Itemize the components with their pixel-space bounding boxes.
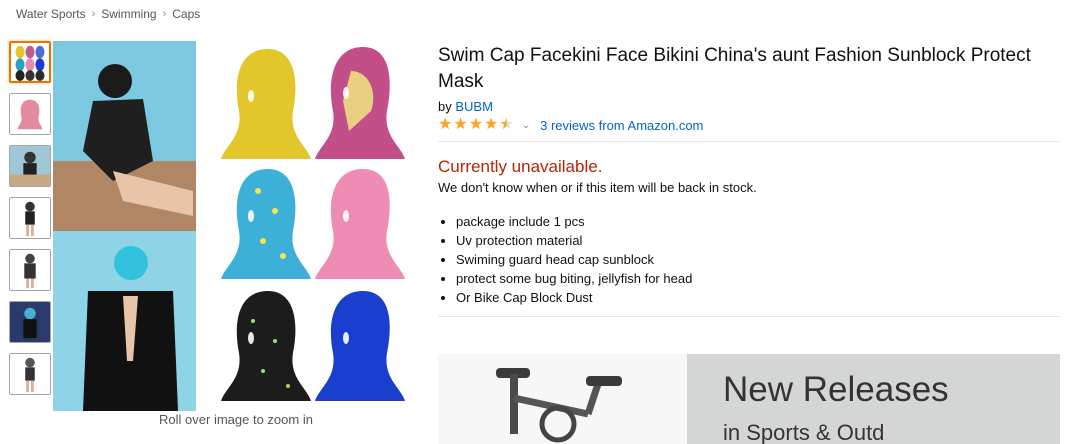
thumbnail-2[interactable] xyxy=(9,93,51,135)
thumbnail-image xyxy=(10,198,50,238)
feature-bullet: package include 1 pcs xyxy=(456,212,1060,231)
breadcrumb: Water Sports › Swimming › Caps xyxy=(16,7,200,21)
feature-bullet: Swiming guard head cap sunblock xyxy=(456,250,1060,269)
thumbnail-image xyxy=(10,354,50,394)
product-info: Swim Cap Facekini Face Bikini China's au… xyxy=(438,43,1060,307)
breadcrumb-separator: › xyxy=(91,8,96,20)
main-product-image[interactable] xyxy=(53,41,419,411)
thumbnail-5[interactable] xyxy=(9,249,51,291)
divider xyxy=(438,316,1060,317)
thumbnail-image xyxy=(10,302,50,342)
rating-row: ★ ★ ★ ★ ★ ⌄ 3 reviews from Amazon.com xyxy=(438,117,1060,133)
thumbnail-1[interactable] xyxy=(9,41,51,83)
thumbnail-image xyxy=(10,250,50,290)
star-icon: ★ xyxy=(468,116,484,133)
product-photo xyxy=(53,41,405,411)
availability-note: We don't know when or if this item will … xyxy=(438,180,757,195)
breadcrumb-separator: › xyxy=(162,8,167,20)
thumbnail-image xyxy=(10,94,50,134)
ad-headline: New Releases xyxy=(723,370,949,409)
feature-bullet: Or Bike Cap Block Dust xyxy=(456,288,1060,307)
breadcrumb-link-swimming[interactable]: Swimming xyxy=(101,7,156,21)
brand-link[interactable]: BUBM xyxy=(455,99,493,114)
zoom-hint: Roll over image to zoom in xyxy=(159,412,313,427)
star-half-icon: ★ xyxy=(499,116,514,133)
feature-bullets: package include 1 pcs Uv protection mate… xyxy=(438,212,1060,307)
product-title: Swim Cap Facekini Face Bikini China's au… xyxy=(438,45,1031,92)
divider xyxy=(438,141,1060,142)
thumbnail-strip xyxy=(9,41,51,405)
thumbnail-6[interactable] xyxy=(9,301,51,343)
thumbnail-image xyxy=(10,146,50,186)
star-icon: ★ xyxy=(438,116,453,133)
ad-subline: in Sports & Outd xyxy=(723,420,885,444)
breadcrumb-link-caps[interactable]: Caps xyxy=(172,7,200,21)
ad-banner[interactable]: New Releases in Sports & Outd xyxy=(438,354,1060,444)
star-icon: ★ xyxy=(453,116,468,133)
breadcrumb-link-water-sports[interactable]: Water Sports xyxy=(16,7,86,21)
byline: by BUBM xyxy=(438,99,1060,114)
chevron-down-icon[interactable]: ⌄ xyxy=(522,120,530,131)
feature-bullet: Uv protection material xyxy=(456,231,1060,250)
star-rating[interactable]: ★ ★ ★ ★ ★ xyxy=(438,117,514,133)
thumbnail-7[interactable] xyxy=(9,353,51,395)
by-prefix: by xyxy=(438,99,452,114)
star-icon: ★ xyxy=(484,116,499,133)
ad-product-image xyxy=(438,354,687,444)
thumbnail-4[interactable] xyxy=(9,197,51,239)
thumbnail-3[interactable] xyxy=(9,145,51,187)
availability-status: Currently unavailable. xyxy=(438,157,603,176)
thumbnail-image xyxy=(11,43,49,81)
ad-text-panel: New Releases in Sports & Outd xyxy=(687,354,1060,444)
reviews-link[interactable]: 3 reviews from Amazon.com xyxy=(540,118,703,133)
feature-bullet: protect some bug biting, jellyfish for h… xyxy=(456,269,1060,288)
exercise-bike-icon xyxy=(496,368,622,443)
